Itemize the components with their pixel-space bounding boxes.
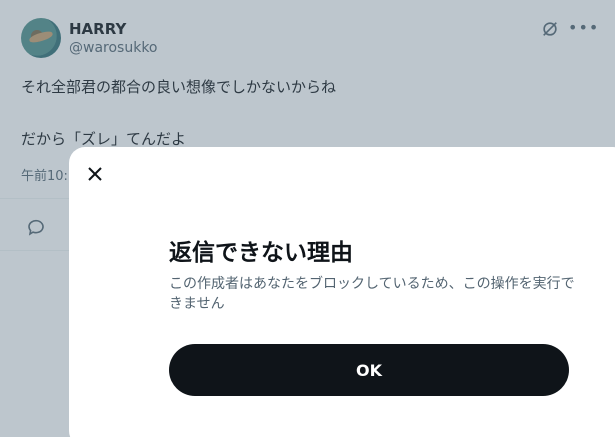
ok-button[interactable]: OK <box>169 344 569 396</box>
close-icon <box>88 167 102 181</box>
blocked-dialog: 返信できない理由 この作成者はあなたをブロックしているため、この操作を実行できま… <box>69 147 615 447</box>
dialog-title: 返信できない理由 <box>169 240 353 266</box>
dialog-description: この作成者はあなたをブロックしているため、この操作を実行できません <box>169 276 575 312</box>
close-button[interactable] <box>84 163 106 185</box>
